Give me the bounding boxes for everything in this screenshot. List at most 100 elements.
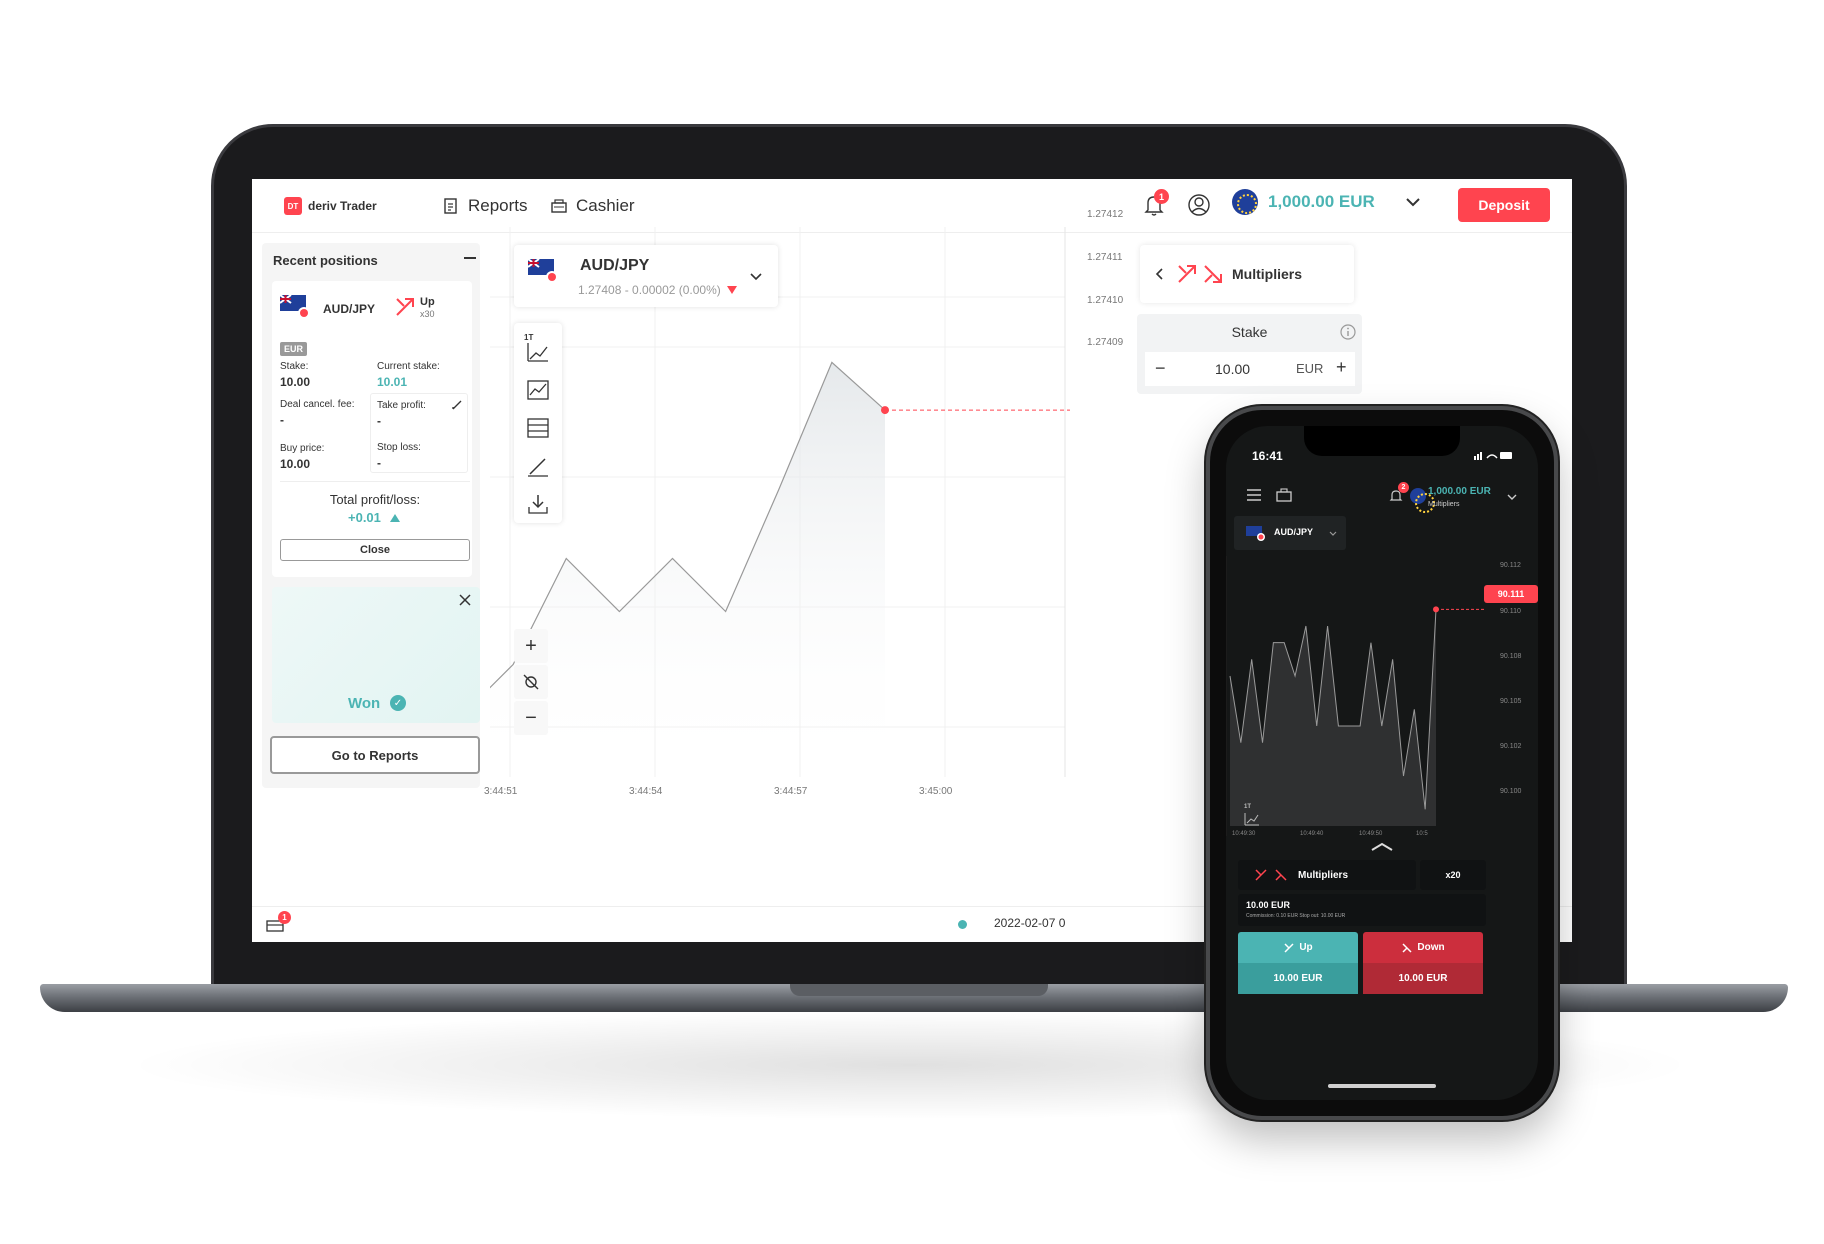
buy-down-button[interactable]: Down 10.00 EUR [1363,932,1483,994]
close-position-button[interactable]: Close [280,539,470,561]
currency-badge: EUR [280,342,308,356]
indicators-icon[interactable] [526,379,550,401]
won-label: Won [348,695,381,712]
reset-zoom-button[interactable] [514,665,548,699]
stop-loss-value: - [377,456,381,470]
stake-increase-button[interactable]: + [1336,357,1347,378]
stake-value: 10.00 [280,375,311,389]
stake-input[interactable]: − 10.00 EUR + [1145,352,1355,386]
trade-type-title: Multipliers [1232,266,1303,282]
pencil-icon[interactable] [451,399,463,411]
current-stake-value: 10.01 [377,375,408,389]
multiplier-up-icon [1284,942,1294,953]
multiplier-up-icon [396,298,414,316]
stake-decrease-button[interactable]: − [1155,358,1166,379]
chart-type-icon[interactable] [526,341,550,363]
mobile-balance[interactable]: 1,000.00 EUR [1428,486,1491,497]
recent-positions-title: Recent positions [273,253,378,268]
take-profit-label: Take profit: [377,400,426,411]
notification-badge: 1 [1154,189,1169,204]
time-tick: 3:45:00 [919,786,953,797]
balance: 1,000.00 EUR [1268,192,1375,211]
time-tick: 3:44:51 [484,786,518,797]
account-switcher[interactable]: 1,000.00 EUR [1232,189,1423,215]
chevron-down-icon[interactable] [1506,492,1518,502]
nav-reports[interactable]: Reports [442,196,528,216]
total-pl-value: +0.01 [348,510,381,525]
zoom-out-button[interactable]: − [514,701,548,735]
mobile-stake-field[interactable]: 10.00 EUR Commission: 0.10 EUR Stop out:… [1238,894,1486,926]
mobile-symbol-selector[interactable]: AUD/JPY [1234,516,1346,550]
limit-orders-box[interactable]: Take profit: - Stop loss: - [370,393,468,473]
price-chart[interactable] [490,227,1070,797]
time-tick: 3:44:54 [629,786,663,797]
contract-type: Up [420,296,435,308]
up-amount: 10.00 EUR [1238,963,1358,994]
laptop-hinge [790,984,1048,996]
eu-flag-icon [1232,189,1258,215]
mobile-notification-badge: 2 [1398,482,1409,493]
user-icon [1188,194,1210,216]
price-tick: 1.27410 [1087,295,1124,306]
buy-price-value: 10.00 [280,457,311,471]
chevron-left-icon[interactable] [1154,267,1164,281]
chevron-up-icon[interactable] [1370,842,1394,852]
mobile-clock: 16:41 [1252,449,1283,463]
mobile-price-tick: 90.102 [1500,743,1522,750]
mobile-price-tick: 90.100 [1500,788,1522,795]
symbol-selector[interactable]: AUD/JPY 1.27408 - 0.00002 (0.00%) [514,245,778,307]
stake-currency: EUR [1296,361,1324,376]
position-symbol: AUD/JPY [323,302,376,316]
reports-icon [444,198,457,214]
positions-count-badge: 1 [278,911,291,924]
notifications-button[interactable]: 1 [1140,189,1169,219]
time-tick: 3:44:57 [774,786,808,797]
symbol-quote: 1.27408 - 0.00002 (0.00%) [578,283,721,297]
connection-status-dot [958,920,967,929]
positions-icon[interactable] [1276,488,1292,502]
deal-cancel-value: - [280,413,284,427]
mobile-trade-type-label: Multipliers [1298,870,1349,881]
buy-up-button[interactable]: Up 10.00 EUR [1238,932,1358,994]
price-down-arrow-icon [727,286,737,294]
won-position-card[interactable]: Won ✓ [272,587,480,723]
deposit-button[interactable]: Deposit [1458,188,1550,222]
templates-icon[interactable] [526,417,550,439]
info-icon[interactable] [1340,324,1356,340]
aud-jpy-flag-icon [279,294,310,319]
current-price-dot [881,406,889,415]
mobile-stake-value: 10.00 EUR [1246,900,1291,910]
close-icon[interactable] [458,593,472,607]
trade-type-selector[interactable]: Multipliers [1140,245,1354,303]
download-icon[interactable] [526,493,550,515]
chart-type-icon[interactable] [1244,812,1260,826]
chart-toolbar: 1T [514,323,562,523]
divider [280,481,470,482]
mobile-chart-type-label: 1T [1244,804,1252,810]
product-mockup: DT deriv Trader Reports Cashier 1 1,000.… [0,0,1824,1244]
zoom-in-button[interactable]: + [514,629,548,663]
mobile-price-tick: 90.110 [1500,608,1521,615]
deal-cancel-label: Deal cancel. fee: [280,399,355,410]
minimize-icon[interactable] [463,251,477,265]
symbol-name: AUD/JPY [580,257,650,274]
stop-loss-label: Stop loss: [377,442,421,453]
mobile-time-tick: 10:49:50 [1359,831,1383,837]
multiplier-up-icon [1178,265,1196,283]
mobile-multiplier-selector[interactable]: x20 [1420,860,1486,890]
drawing-tools-icon[interactable] [526,455,550,477]
position-card[interactable]: AUD/JPY Up x30 EUR Stake: 10.00 Current … [272,281,472,577]
mobile-current-price-dot [1433,606,1439,613]
stake-section: Stake − 10.00 EUR + [1137,314,1362,394]
go-to-reports-button[interactable]: Go to Reports [270,736,480,774]
price-tick: 1.27412 [1087,209,1124,220]
mobile-trade-type-selector[interactable]: Multipliers [1238,860,1416,890]
mobile-current-price: 90.111 [1484,585,1538,603]
home-indicator [1328,1084,1436,1088]
nav-cashier[interactable]: Cashier [550,196,635,216]
mobile-stake-details: Commission: 0.10 EUR Stop out: 10.00 EUR [1246,913,1346,919]
mobile-price-tick: 90.112 [1500,562,1521,569]
account-settings-button[interactable] [1185,191,1213,219]
brand-logo[interactable]: DT deriv Trader [284,197,377,215]
menu-icon[interactable] [1246,488,1262,502]
